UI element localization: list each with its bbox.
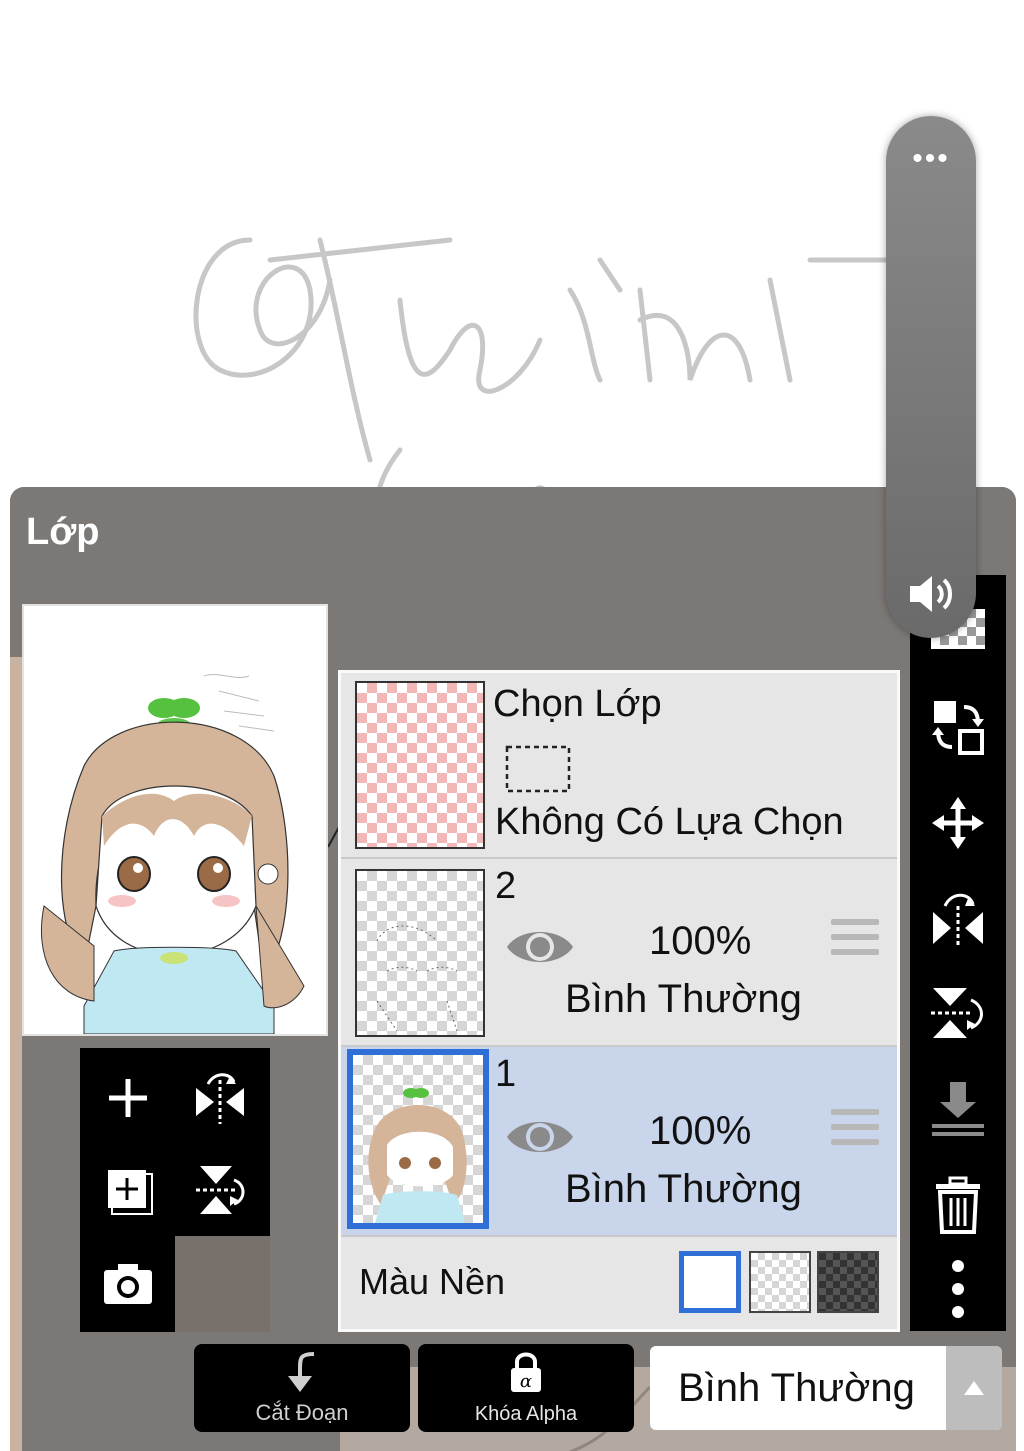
clipping-button[interactable]: Cắt Đoạn [194,1344,410,1432]
canvas-preview[interactable] [22,604,328,1036]
background-transparent-swatch[interactable] [749,1251,811,1313]
layer-2-number: 2 [495,865,517,907]
right-toolbar [910,575,1006,1331]
alpha-lock-button[interactable]: α Khóa Alpha [418,1344,634,1432]
flip-horizontal-icon [196,1073,244,1124]
layer-1-drag-handle[interactable] [831,1109,879,1154]
layer-1-opacity: 100% [649,1109,752,1153]
flip-vertical-icon [196,1166,245,1214]
more-vertical-icon [952,1260,964,1318]
layer-2-thumbnail [355,869,485,1037]
clip-arrow-icon [288,1352,315,1392]
selection-layer-row[interactable]: Chọn Lớp Không Có Lựa Chọn [341,673,897,859]
camera-button[interactable] [88,1244,168,1324]
swap-layer-icon [932,701,984,755]
chevron-up-icon [964,1381,984,1395]
chibi-drawing-preview [40,674,305,1035]
merge-down-button[interactable] [924,1075,992,1143]
layer-2-blend-mode: Bình Thường [565,977,802,1021]
background-color-row: Màu Nền [341,1239,897,1329]
bottom-bar: Cắt Đoạn α Khóa Alpha Bình Thường [10,1342,1016,1451]
swap-layer-button[interactable] [924,693,992,761]
background-white-swatch[interactable] [679,1251,741,1313]
tool-panel-notch [175,1236,270,1332]
alpha-lock-label: Khóa Alpha [474,1403,578,1425]
layer-2-sketch [376,925,458,1032]
layer-1-number: 1 [495,1053,517,1095]
trash-icon [936,1176,980,1234]
lock-alpha-icon: α [511,1352,541,1392]
clipping-label: Cắt Đoạn [255,1400,349,1425]
camera-icon [104,1264,152,1304]
selection-marquee-icon [505,745,571,793]
flip-vertical-icon [931,988,983,1038]
move-icon [932,797,984,849]
layer-1-chibi-thumbnail [368,1088,467,1223]
add-copy-icon [108,1170,153,1215]
blend-mode-select[interactable]: Bình Thường [650,1346,1002,1430]
svg-text:α: α [520,1371,532,1392]
speaker-icon[interactable] [906,572,956,616]
layer-1-blend-mode: Bình Thường [565,1167,802,1211]
flip-horizontal-icon [933,893,983,948]
layer-panel: Lớp Chọn Lớp Không Có Lựa Chọn 2 100% Bì… [10,487,1016,1451]
panel-title: Lớp [26,511,100,553]
volume-slider-overlay[interactable]: ••• [886,116,976,638]
selection-status: Không Có Lựa Chọn [495,801,844,843]
add-layer-button[interactable] [88,1058,168,1138]
layer-2-drag-handle[interactable] [831,919,879,964]
delete-layer-button[interactable] [924,1171,992,1239]
blend-mode-dropdown-button[interactable] [946,1346,1002,1430]
flip-vertical-button[interactable] [180,1150,260,1230]
selection-layer-name: Chọn Lớp [493,683,662,725]
more-options-button[interactable] [924,1255,992,1323]
background-color-label: Màu Nền [359,1261,506,1302]
flip-horizontal-button[interactable] [180,1058,260,1138]
move-layer-button[interactable] [924,789,992,857]
merge-down-icon [932,1082,984,1136]
visibility-eye-icon[interactable] [505,927,575,967]
layer-list: Chọn Lớp Không Có Lựa Chọn 2 100% Bình T… [338,670,900,1332]
left-tool-panel [80,1048,270,1332]
selection-layer-thumbnail [355,681,485,849]
blend-mode-value: Bình Thường [678,1366,915,1410]
flip-vertical-layer-button[interactable] [924,979,992,1047]
layer-row-1[interactable]: 1 100% Bình Thường [341,1047,897,1237]
add-copy-layer-button[interactable] [88,1150,168,1230]
layer-1-thumbnail [347,1049,489,1229]
layer-row-2[interactable]: 2 100% Bình Thường [341,859,897,1047]
more-horizontal-icon[interactable]: ••• [886,144,976,174]
add-layer-icon [109,1079,147,1117]
flip-horizontal-layer-button[interactable] [924,885,992,953]
layer-2-opacity: 100% [649,919,752,963]
background-dark-swatch[interactable] [817,1251,879,1313]
visibility-eye-icon[interactable] [505,1117,575,1157]
